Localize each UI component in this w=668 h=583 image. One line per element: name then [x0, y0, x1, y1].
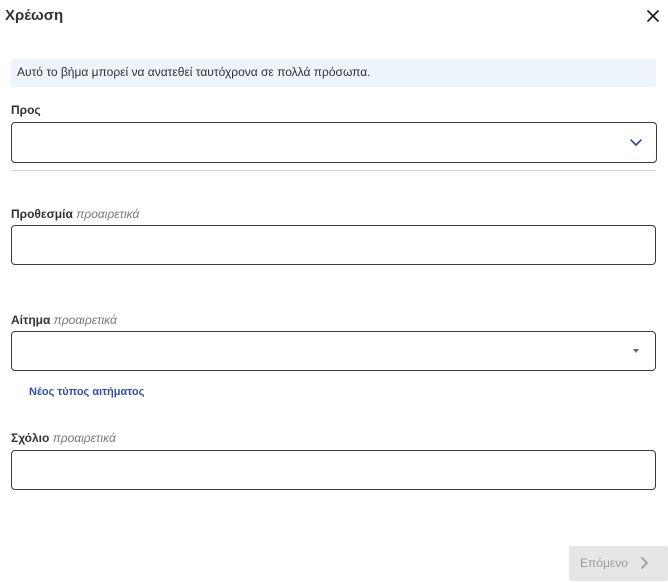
to-label-text: Προς	[11, 103, 41, 117]
to-select-input[interactable]	[12, 123, 656, 162]
dialog-title: Χρέωση	[5, 7, 64, 24]
deadline-field[interactable]	[11, 225, 656, 265]
comment-label: Σχόλιο προαιρετικά	[11, 431, 116, 445]
section-divider	[11, 170, 656, 171]
deadline-label-text: Προθεσμία	[11, 207, 73, 221]
request-select[interactable]	[11, 331, 656, 371]
comment-field[interactable]	[11, 450, 656, 490]
caret-down-icon[interactable]	[632, 348, 640, 354]
request-select-input[interactable]	[12, 332, 655, 370]
new-request-type-link[interactable]: Νέος τύπος αιτήματος	[29, 386, 144, 398]
comment-optional-hint: προαιρετικά	[52, 431, 116, 445]
chevron-right-icon	[641, 557, 648, 569]
info-banner: Αυτό το βήμα μπορεί να ανατεθεί ταυτόχρο…	[11, 59, 656, 87]
to-label: Προς	[11, 103, 41, 117]
deadline-label: Προθεσμία προαιρετικά	[11, 207, 139, 221]
request-optional-hint: προαιρετικά	[53, 313, 117, 327]
next-button[interactable]: Επόμενο	[569, 546, 668, 581]
request-label: Αίτημα προαιρετικά	[11, 313, 117, 327]
to-select[interactable]	[11, 122, 657, 163]
close-icon	[647, 10, 659, 22]
next-button-label: Επόμενο	[580, 556, 628, 570]
chevron-down-icon[interactable]	[629, 137, 643, 149]
charge-dialog: Χρέωση Αυτό το βήμα μπορεί να ανατεθεί τ…	[0, 0, 668, 583]
deadline-input[interactable]	[12, 226, 655, 264]
deadline-optional-hint: προαιρετικά	[76, 207, 140, 221]
close-button[interactable]	[642, 5, 664, 27]
comment-input[interactable]	[12, 451, 655, 489]
request-label-text: Αίτημα	[11, 313, 51, 327]
comment-label-text: Σχόλιο	[11, 431, 50, 445]
